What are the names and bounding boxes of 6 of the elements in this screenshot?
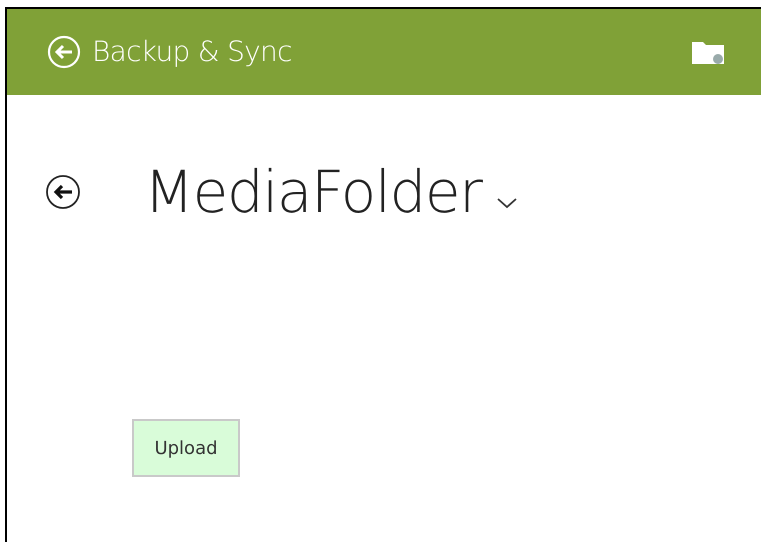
app-title: Backup & Sync (92, 34, 292, 70)
chevron-down-icon[interactable] (496, 197, 518, 209)
upload-button[interactable]: Upload (132, 419, 240, 477)
page-title: MediaFolder (144, 163, 482, 221)
back-icon[interactable] (45, 174, 81, 210)
folder-icon[interactable] (691, 39, 725, 65)
